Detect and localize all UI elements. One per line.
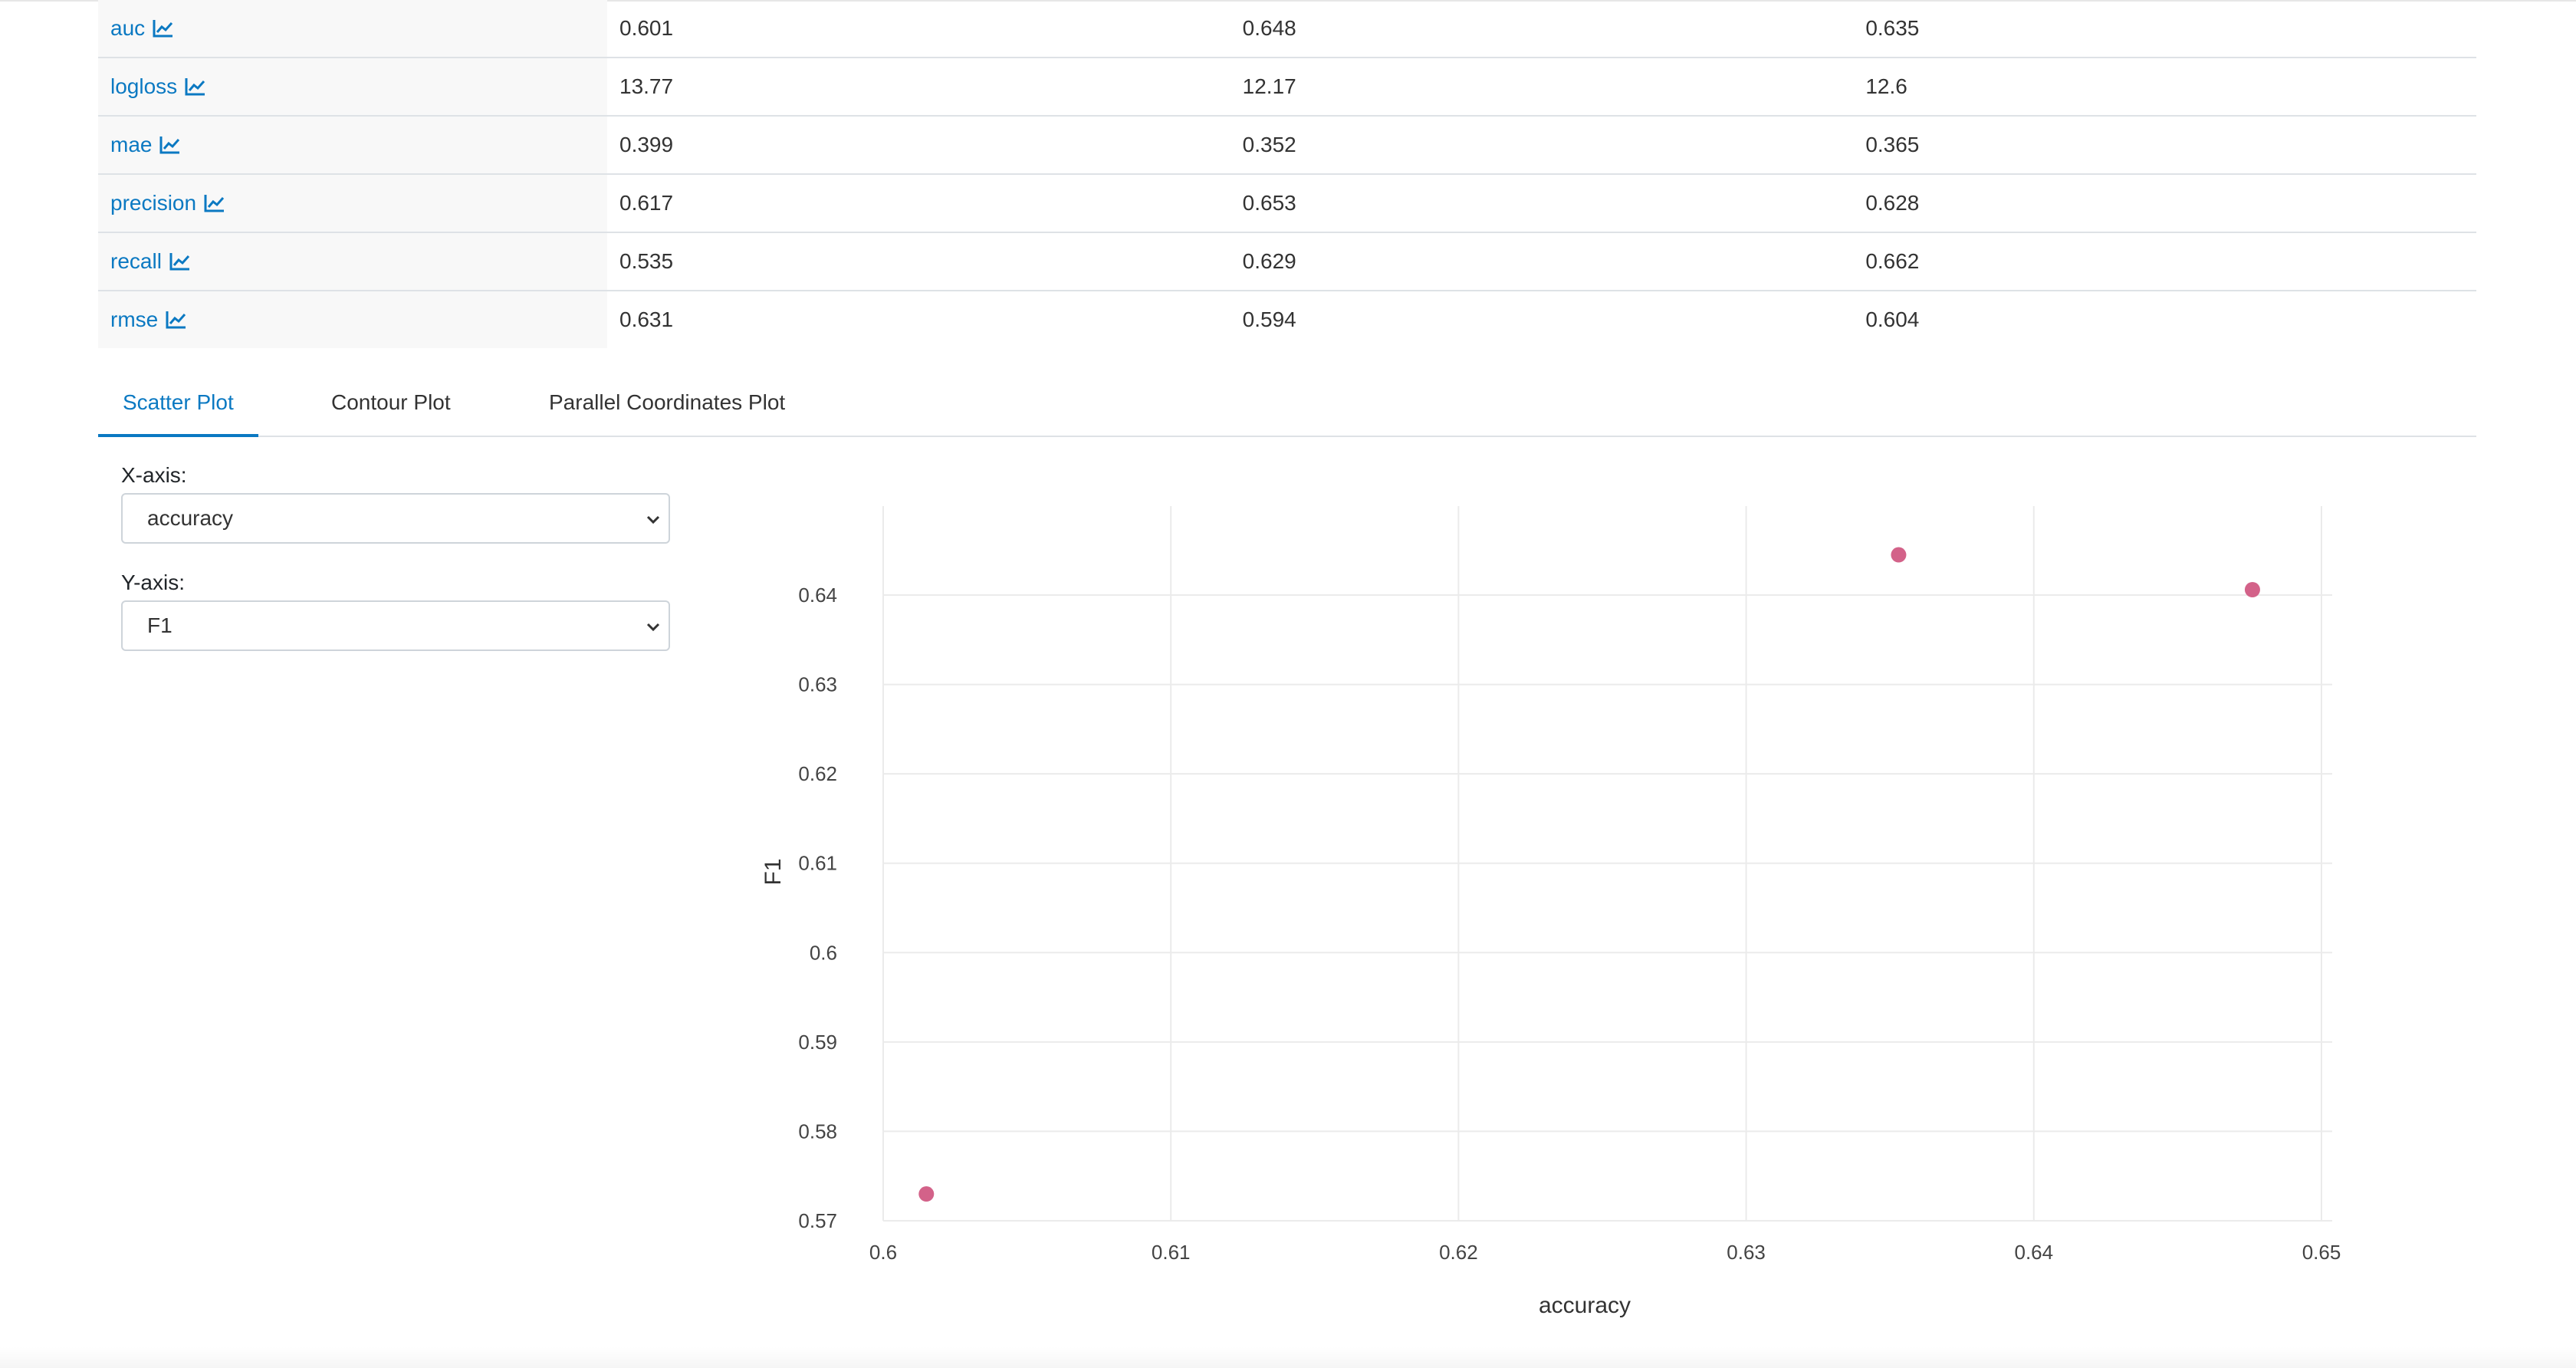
metric-name-cell: precision: [98, 174, 607, 233]
y-axis-title: F1: [761, 858, 786, 885]
metric-value-cell: 0.601: [607, 0, 1230, 58]
y-axis-select-value: F1: [147, 613, 172, 637]
line-chart-icon: [159, 136, 180, 154]
line-chart-icon: [153, 20, 173, 38]
metric-name-cell: mae: [98, 116, 607, 175]
metric-value-cell: 0.635: [1853, 0, 2476, 58]
metric-name: precision: [110, 191, 197, 215]
metric-value-cell: 0.399: [607, 116, 1230, 175]
y-tick-label: 0.57: [798, 1209, 837, 1232]
x-tick-label: 0.63: [1727, 1241, 1766, 1264]
x-axis-title: accuracy: [1539, 1293, 1631, 1318]
metric-name: logloss: [110, 74, 178, 98]
x-tick-label: 0.64: [2014, 1241, 2053, 1264]
x-tick-label: 0.65: [2302, 1241, 2341, 1264]
metric-value-cell: 0.594: [1242, 307, 1296, 331]
line-chart-icon: [204, 195, 225, 212]
metric-name: auc: [110, 16, 146, 40]
metric-name-cell: auc: [98, 0, 607, 58]
x-axis-label: X-axis:: [121, 463, 187, 487]
line-chart-icon: [169, 253, 190, 271]
metric-value-cell: 0.604: [1865, 307, 1920, 331]
metric-value-cell: 12.17: [1230, 58, 1854, 117]
chevron-down-icon: [646, 515, 660, 525]
y-axis-label: Y-axis:: [121, 571, 186, 594]
y-tick-label: 0.64: [798, 584, 837, 607]
y-tick-label: 0.6: [810, 941, 837, 964]
table-row: rmse 0.631 0.594 0.604: [98, 291, 2476, 348]
table-row: precision 0.617 0.653 0.628: [98, 174, 2476, 233]
metrics-table: auc 0.601 0.648 0.635 logloss 13.77 12.17 12.6 m…: [98, 0, 2476, 348]
metric-name-cell: logloss: [98, 58, 607, 117]
data-point[interactable]: [918, 1186, 935, 1202]
metric-value-cell: 0.628: [1853, 174, 2476, 233]
metric-link[interactable]: logloss: [110, 74, 206, 99]
y-tick-label: 0.62: [798, 762, 837, 785]
metric-name: recall: [110, 249, 162, 273]
tab-contour-plot[interactable]: Contour Plot: [307, 376, 475, 434]
y-tick-label: 0.58: [798, 1120, 837, 1143]
table-row: recall 0.535 0.629 0.662: [98, 232, 2476, 291]
metrics-section: auc 0.601 0.648 0.635 logloss 13.77 12.17 12.6 m…: [98, 0, 2476, 348]
metric-name: rmse: [110, 307, 159, 331]
x-tick-label: 0.61: [1152, 1241, 1191, 1264]
line-chart-icon: [166, 311, 186, 329]
tab-scatter-plot[interactable]: Scatter Plot: [98, 376, 258, 437]
x-axis-select-value: accuracy: [147, 506, 234, 530]
bottom-shadow: [0, 1347, 2576, 1368]
metric-link[interactable]: recall: [110, 249, 191, 274]
metric-value-cell: 0.629: [1230, 232, 1854, 291]
metric-value-cell: 0.648: [1230, 0, 1854, 58]
metric-value-cell: 0.617: [607, 174, 1230, 233]
y-tick-label: 0.61: [798, 852, 837, 875]
metric-name-cell: rmse: [98, 291, 607, 348]
x-tick-label: 0.62: [1439, 1241, 1478, 1264]
metric-link[interactable]: rmse: [110, 307, 187, 332]
y-tick-label: 0.63: [798, 673, 837, 696]
metric-value-cell: 0.352: [1230, 116, 1854, 175]
tab-parallel-coordinates-plot[interactable]: Parallel Coordinates Plot: [524, 376, 810, 434]
metric-value-cell: 0.662: [1853, 232, 2476, 291]
metric-name: mae: [110, 133, 153, 156]
metric-link[interactable]: mae: [110, 133, 181, 157]
metric-value-cell: 13.77: [607, 58, 1230, 117]
metric-value-cell: 0.653: [1230, 174, 1854, 233]
metric-link[interactable]: precision: [110, 191, 225, 215]
x-tick-label: 0.6: [869, 1241, 897, 1264]
data-point[interactable]: [2244, 582, 2260, 598]
metric-name-cell: recall: [98, 232, 607, 291]
table-row: logloss 13.77 12.17 12.6: [98, 58, 2476, 117]
table-row: auc 0.601 0.648 0.635: [98, 0, 2476, 58]
plot-tabs: Scatter Plot Contour Plot Parallel Coord…: [98, 376, 2476, 437]
chevron-down-icon: [646, 623, 660, 632]
data-point[interactable]: [1891, 547, 1907, 563]
metric-value-cell: 0.535: [607, 232, 1230, 291]
metric-link[interactable]: auc: [110, 16, 174, 41]
metric-value-cell: 12.6: [1853, 58, 2476, 117]
table-row: mae 0.399 0.352 0.365: [98, 116, 2476, 175]
metric-value-cell: 0.631: [619, 307, 674, 331]
line-chart-icon: [185, 78, 205, 96]
y-axis-select[interactable]: F1: [121, 600, 670, 651]
scatter-plot[interactable]: 0.6 0.61 0.62 0.63 0.64 0.65 0.57 0.58 0.59 0.6 0.…: [736, 491, 2377, 1342]
metric-value-cell: 0.365: [1853, 116, 2476, 175]
y-tick-label: 0.59: [798, 1031, 837, 1054]
x-axis-select[interactable]: accuracy: [121, 493, 670, 544]
